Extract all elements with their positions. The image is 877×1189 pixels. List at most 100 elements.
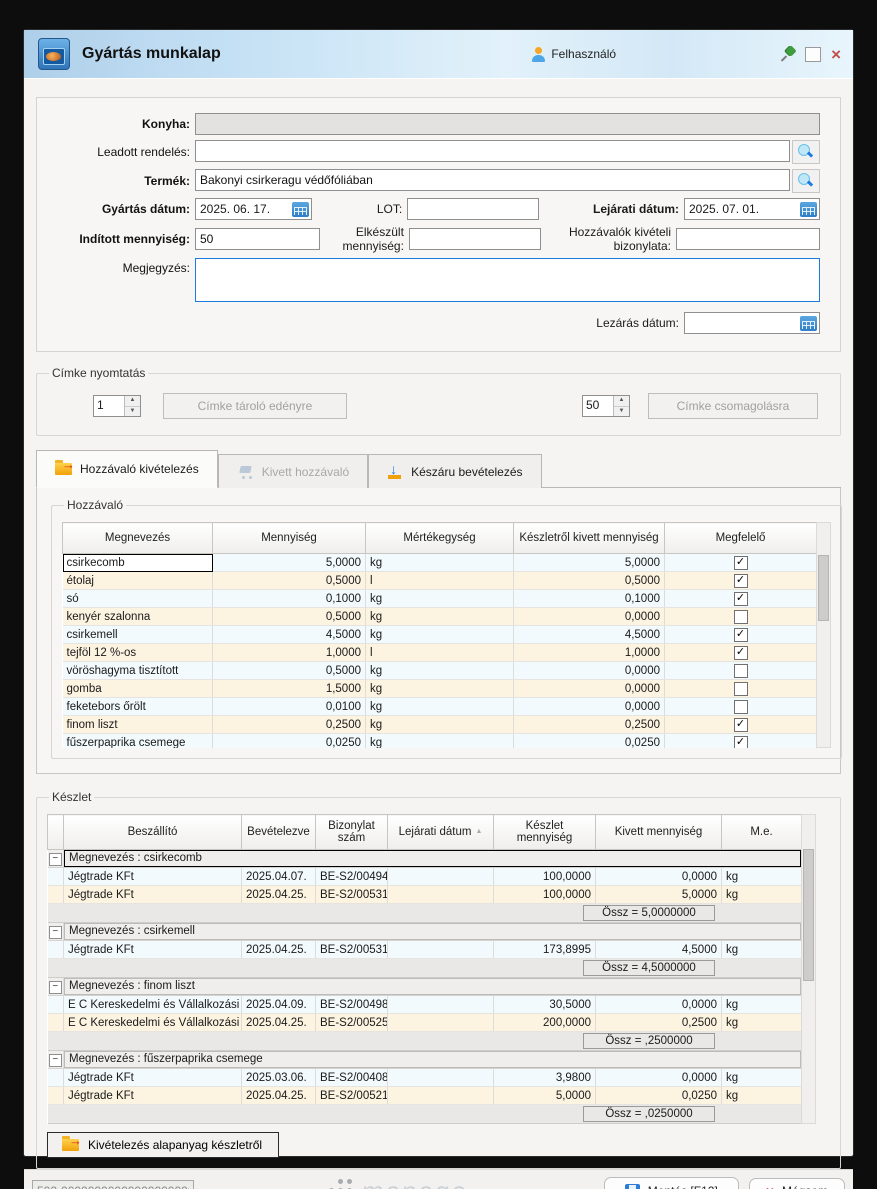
ingredient-row[interactable]: finom liszt0,2500kg0,2500✓	[63, 716, 817, 734]
supplier-cell[interactable]: Jégtrade KFt	[64, 1087, 242, 1105]
expiry-date-cell[interactable]	[388, 1087, 494, 1105]
megjegyzes-textarea[interactable]	[195, 258, 820, 302]
expiry-date-cell[interactable]	[388, 941, 494, 959]
cancel-button[interactable]: × Mégsem	[749, 1178, 845, 1189]
calendar-icon[interactable]	[800, 316, 817, 331]
column-header[interactable]: Mértékegység	[366, 523, 514, 554]
megfelelo-checkbox[interactable]: ✓	[734, 736, 748, 749]
stock-scrollbar[interactable]	[801, 814, 816, 1124]
ingredient-name-cell[interactable]: fűszerpaprika csemege	[63, 734, 213, 749]
megfelelo-checkbox[interactable]: ✓	[734, 718, 748, 732]
stock-row[interactable]: Jégtrade KFt2025.04.07.BE-S2/00494100,00…	[48, 868, 802, 886]
tab-hozzavalo-kivetelezes[interactable]: → Hozzávaló kivételezés	[36, 450, 218, 488]
taken-quantity-cell[interactable]: 1,0000	[514, 644, 665, 662]
elkeszult-mennyiseg-input[interactable]	[409, 228, 541, 250]
column-header[interactable]: Készlet mennyiség	[494, 815, 596, 850]
quantity-cell[interactable]: 4,5000	[213, 626, 366, 644]
document-number-cell[interactable]: BE-S2/00498	[316, 996, 388, 1014]
unit-cell[interactable]: l	[366, 644, 514, 662]
quantity-cell[interactable]: 1,5000	[213, 680, 366, 698]
document-number-cell[interactable]: BE-S2/00531	[316, 941, 388, 959]
ingredient-row[interactable]: étolaj0,5000l0,5000✓	[63, 572, 817, 590]
label-container-button[interactable]: Címke tároló edényre	[163, 393, 347, 419]
withdraw-from-stock-button[interactable]: → Kivételezés alapanyag készletről	[47, 1132, 279, 1158]
ingredient-row[interactable]: tejföl 12 %-os1,0000l1,0000✓	[63, 644, 817, 662]
unit-cell[interactable]: kg	[722, 1087, 802, 1105]
unit-cell[interactable]: kg	[722, 1069, 802, 1087]
ok-cell[interactable]: ✓	[665, 626, 817, 644]
expiry-date-cell[interactable]	[388, 886, 494, 904]
unit-cell[interactable]: kg	[366, 590, 514, 608]
taken-quantity-cell[interactable]: 0,0000	[514, 680, 665, 698]
ok-cell[interactable]	[665, 680, 817, 698]
document-number-cell[interactable]: BE-S2/00525	[316, 1014, 388, 1032]
ok-cell[interactable]	[665, 698, 817, 716]
lezaras-datum-field[interactable]	[684, 312, 820, 334]
stock-quantity-cell[interactable]: 100,0000	[494, 886, 596, 904]
ingredient-row[interactable]: kenyér szalonna0,5000kg0,0000	[63, 608, 817, 626]
supplier-cell[interactable]: Jégtrade KFt	[64, 886, 242, 904]
supplier-cell[interactable]: Jégtrade KFt	[64, 941, 242, 959]
stock-group-header[interactable]: −Megnevezés : csirkecomb	[48, 850, 802, 868]
stock-quantity-cell[interactable]: 30,5000	[494, 996, 596, 1014]
document-number-cell[interactable]: BE-S2/00408	[316, 1069, 388, 1087]
ingredient-name-cell[interactable]: csirkecomb	[63, 554, 213, 572]
received-date-cell[interactable]: 2025.04.25.	[242, 886, 316, 904]
ingredients-scrollbar[interactable]	[816, 522, 831, 748]
ok-cell[interactable]: ✓	[665, 716, 817, 734]
taken-quantity-cell[interactable]: 0,0000	[514, 662, 665, 680]
spin-up-icon[interactable]: ▲	[125, 396, 140, 407]
supplier-cell[interactable]: E C Kereskedelmi és Vállalkozási Kf	[64, 996, 242, 1014]
taken-quantity-cell[interactable]: 5,0000	[514, 554, 665, 572]
ingredient-row[interactable]: feketebors őrölt0,0100kg0,0000	[63, 698, 817, 716]
tab-kivett-hozzavalo[interactable]: Kivett hozzávaló	[218, 454, 368, 488]
taken-quantity-cell[interactable]: 0,0000	[514, 698, 665, 716]
column-header[interactable]: Bizonylat szám	[316, 815, 388, 850]
received-date-cell[interactable]: 2025.04.07.	[242, 868, 316, 886]
unit-cell[interactable]: kg	[366, 734, 514, 749]
taken-quantity-cell[interactable]: 0,0000	[596, 1069, 722, 1087]
column-header[interactable]: Beszállító	[64, 815, 242, 850]
ingredient-name-cell[interactable]: só	[63, 590, 213, 608]
megfelelo-checkbox[interactable]: ✓	[734, 646, 748, 660]
gyartas-datum-field[interactable]: 2025. 06. 17.	[195, 198, 312, 220]
ok-cell[interactable]	[665, 662, 817, 680]
unit-cell[interactable]: kg	[366, 716, 514, 734]
ingredient-name-cell[interactable]: étolaj	[63, 572, 213, 590]
supplier-cell[interactable]: Jégtrade KFt	[64, 1069, 242, 1087]
collapse-icon[interactable]: −	[49, 981, 62, 994]
taken-quantity-cell[interactable]: 4,5000	[596, 941, 722, 959]
document-number-cell[interactable]: BE-S2/00494	[316, 868, 388, 886]
expiry-date-cell[interactable]	[388, 1014, 494, 1032]
spin-down-icon[interactable]: ▼	[125, 407, 140, 417]
unit-cell[interactable]: kg	[366, 626, 514, 644]
ok-cell[interactable]: ✓	[665, 572, 817, 590]
unit-cell[interactable]: kg	[366, 698, 514, 716]
quantity-cell[interactable]: 0,2500	[213, 716, 366, 734]
stock-quantity-cell[interactable]: 173,8995	[494, 941, 596, 959]
supplier-cell[interactable]: Jégtrade KFt	[64, 868, 242, 886]
column-header[interactable]: Kivett mennyiség	[596, 815, 722, 850]
ingredient-name-cell[interactable]: vöröshagyma tisztított	[63, 662, 213, 680]
stock-quantity-cell[interactable]: 3,9800	[494, 1069, 596, 1087]
megfelelo-checkbox[interactable]	[734, 682, 748, 696]
received-date-cell[interactable]: 2025.04.25.	[242, 1087, 316, 1105]
unit-cell[interactable]: kg	[722, 1014, 802, 1032]
quantity-cell[interactable]: 0,5000	[213, 608, 366, 626]
quantity-cell[interactable]: 0,1000	[213, 590, 366, 608]
column-header[interactable]: M.e.	[722, 815, 802, 850]
scrollbar-thumb[interactable]	[818, 555, 829, 621]
taken-quantity-cell[interactable]: 0,2500	[596, 1014, 722, 1032]
stock-group-header[interactable]: −Megnevezés : fűszerpaprika csemege	[48, 1051, 802, 1069]
ok-cell[interactable]: ✓	[665, 554, 817, 572]
stock-row[interactable]: Jégtrade KFt2025.04.25.BE-S2/005215,0000…	[48, 1087, 802, 1105]
unit-cell[interactable]: kg	[722, 868, 802, 886]
taken-quantity-cell[interactable]: 0,0000	[596, 868, 722, 886]
taken-quantity-cell[interactable]: 0,0250	[596, 1087, 722, 1105]
lejarati-datum-field[interactable]: 2025. 07. 01.	[684, 198, 820, 220]
column-header[interactable]: Megnevezés	[63, 523, 213, 554]
lot-input[interactable]	[407, 198, 539, 220]
container-count-spinner[interactable]: 1 ▲▼	[93, 395, 141, 417]
unit-cell[interactable]: kg	[366, 680, 514, 698]
ingredient-name-cell[interactable]: finom liszt	[63, 716, 213, 734]
